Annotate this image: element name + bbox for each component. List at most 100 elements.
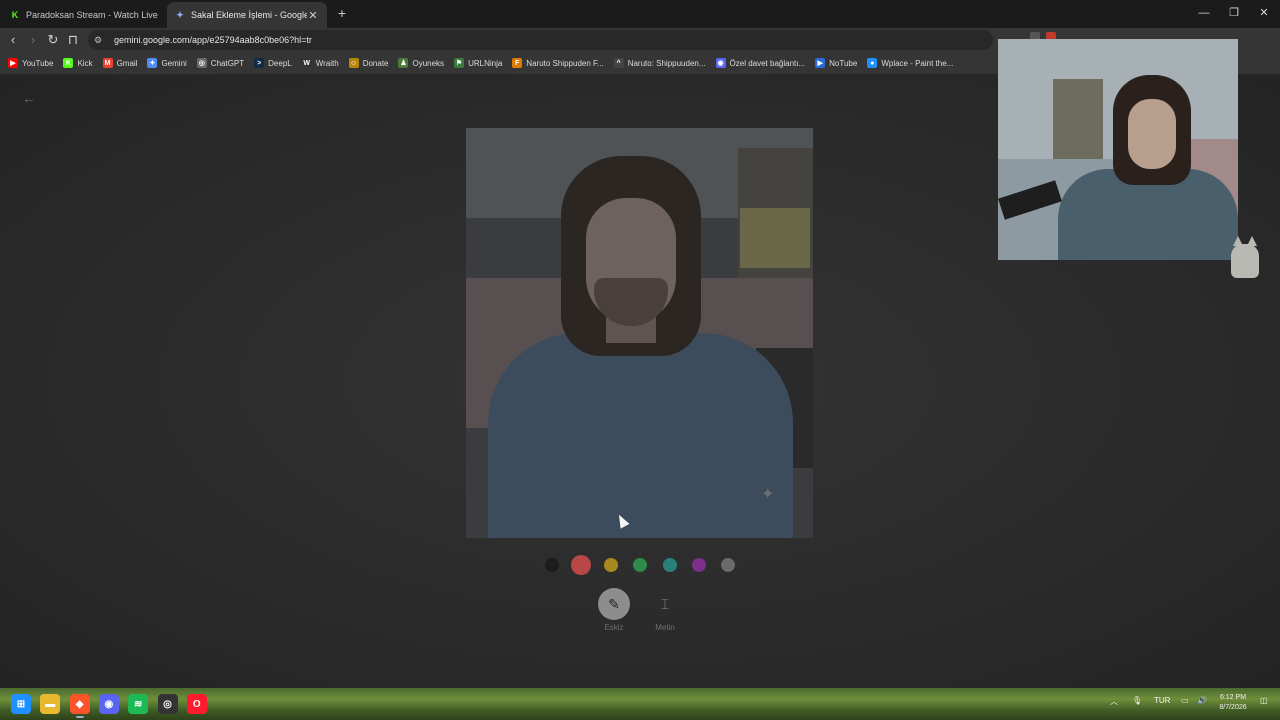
bookmark-label: Oyuneks [412, 58, 445, 68]
bookmark-item[interactable]: > DeepL [254, 58, 292, 68]
tab-paradoksan-stream[interactable]: K Paradoksan Stream - Watch Live on K [2, 2, 166, 28]
gemini-spark-icon: ✦ [761, 486, 775, 503]
sketch-tool[interactable]: ✎ Eskiz [594, 588, 634, 632]
bookmark-item[interactable]: ▶ NoTube [815, 58, 857, 68]
network-icon[interactable]: ▭ [1181, 696, 1189, 705]
bookmark-label: Gemini [161, 58, 187, 68]
bookmark-item[interactable]: ⚑ URLNinja [454, 58, 502, 68]
tab-title: Sakal Ekleme İşlemi - Google Ge [191, 10, 307, 20]
notube-icon: ▶ [815, 58, 826, 68]
back-arrow-icon[interactable]: ← [22, 90, 36, 106]
bookmark-item[interactable]: ^ Naruto: Shippuuden... [613, 58, 706, 68]
bookmark-item[interactable]: ● Wplace - Paint the... [867, 58, 953, 68]
sketch-icon[interactable]: ✎ [598, 588, 630, 620]
color-palette [540, 555, 740, 575]
bookmark-label: Wplace - Paint the... [881, 58, 954, 68]
wraith-icon: W [301, 58, 312, 68]
bookmark-item[interactable]: W Wraith [301, 58, 339, 68]
edited-photo[interactable]: ✦ [466, 128, 813, 538]
file-explorer-icon[interactable]: ▬ [40, 694, 61, 714]
bookmark-label: YouTube [22, 58, 54, 68]
microphone-icon[interactable]: 🎙 [1132, 696, 1142, 705]
bookmark-label: Naruto: Shippuuden... [627, 58, 706, 68]
windows-start-icon[interactable]: ⊞ [11, 694, 31, 714]
spotify-icon[interactable]: ≋ [128, 694, 149, 714]
reload-button[interactable]: ↻ [44, 31, 62, 49]
close-window-button[interactable]: ✕ [1250, 4, 1278, 22]
opera-icon[interactable]: O [186, 694, 207, 714]
bookmark-label: ChatGPT [210, 58, 245, 68]
bookmark-label: URLNinja [468, 58, 503, 68]
photo-shelf-box [740, 208, 810, 268]
url-text: gemini.google.com/app/e25794aab8c0be06?h… [114, 35, 312, 45]
color-swatch-green[interactable] [633, 558, 648, 572]
bookmark-item[interactable]: ♟ Oyuneks [398, 58, 444, 68]
notification-icon[interactable]: ◫ [1260, 696, 1268, 705]
sketch-label: Eskiz [604, 623, 624, 632]
kick-icon: K [11, 10, 19, 20]
urlninja-icon: ⚑ [454, 58, 465, 68]
bookmark-label: DeepL [268, 58, 292, 68]
site-info-icon[interactable]: ⚙ [94, 35, 108, 46]
gemini-icon: ✦ [147, 58, 158, 68]
text-tool[interactable]: ⌶ Metin [645, 588, 685, 633]
webcam-face [1128, 99, 1176, 169]
taskbar-clock[interactable]: 6:12 PM 8/7/2026 [1212, 693, 1254, 713]
bookmark-item[interactable]: ◉ Özel davet bağlantı... [715, 58, 806, 68]
gmail-icon: M [102, 58, 113, 68]
back-button[interactable]: ‹ [4, 31, 22, 49]
bookmark-item[interactable]: ☺ Donate [348, 58, 389, 68]
bookmark-label: Donate [362, 58, 389, 68]
close-tab-icon[interactable]: ✕ [307, 9, 319, 22]
edit-tools: ✎ Eskiz ⌶ Metin [594, 588, 694, 638]
bookmark-icon[interactable]: ⊓ [64, 31, 82, 49]
bookmark-label: Naruto Shippuden F... [526, 58, 604, 68]
webcam-shelf [1053, 79, 1103, 159]
address-bar[interactable]: ⚙ gemini.google.com/app/e25794aab8c0be06… [88, 30, 993, 50]
windows-taskbar: ︿ 🎙 TUR ▭ 🔊 6:12 PM 8/7/2026 ◫ ⊞ ▬ ◆ ◉ ≋ ◎ O [0, 688, 1280, 720]
tab-sakal-ekleme[interactable]: ✦ Sakal Ekleme İşlemi - Google Ge ✕ [167, 2, 327, 28]
bookmark-label: Özel davet bağlantı... [729, 58, 806, 68]
youtube-icon: ▶ [8, 58, 18, 68]
color-swatch-gray[interactable] [721, 558, 736, 572]
oyuneks-icon: ♟ [398, 58, 409, 68]
color-swatch-yellow[interactable] [603, 558, 618, 572]
bookmark-item[interactable]: M Gmail [102, 58, 138, 68]
forward-button[interactable]: › [24, 31, 42, 49]
crunchyroll-icon: ^ [613, 58, 624, 68]
volume-icon[interactable]: 🔊 [1197, 696, 1207, 705]
bookmark-item[interactable]: F Naruto Shippuden F... [512, 58, 604, 68]
text-box-icon[interactable]: ⌶ [649, 588, 681, 620]
gemini-icon: ✦ [176, 9, 184, 20]
bookmark-label: Gmail [116, 58, 138, 68]
bookmark-item[interactable]: ▶ YouTube [8, 58, 53, 68]
color-swatch-black[interactable] [545, 558, 559, 572]
tray-overflow-icon[interactable]: ︿ [1110, 696, 1118, 707]
tab-title: Paradoksan Stream - Watch Live on K [26, 10, 158, 20]
deepl-icon: > [254, 58, 265, 68]
discord-icon: ◉ [715, 58, 726, 68]
tab-strip: K Paradoksan Stream - Watch Live on K ✦ … [0, 0, 1280, 28]
active-app-indicator [75, 716, 84, 718]
chatgpt-icon: ◎ [196, 58, 207, 68]
wplace-icon: ● [867, 58, 878, 68]
clock-date: 8/7/2026 [1219, 704, 1247, 711]
color-swatch-red[interactable] [571, 555, 592, 575]
minimize-button[interactable]: — [1190, 4, 1218, 22]
new-tab-button[interactable]: + [334, 5, 350, 21]
bookmark-item[interactable]: ✦ Gemini [147, 58, 187, 68]
brave-icon[interactable]: ◆ [69, 694, 90, 714]
color-swatch-purple[interactable] [692, 558, 706, 572]
restore-button[interactable]: ❐ [1220, 4, 1248, 22]
text-label: Metin [655, 623, 675, 632]
color-swatch-teal[interactable] [662, 558, 677, 572]
photo-shirt [488, 333, 793, 538]
bookmark-item[interactable]: ◎ ChatGPT [196, 58, 245, 68]
discord-icon[interactable]: ◉ [98, 694, 119, 714]
kick-icon: K [63, 58, 74, 68]
obs-icon[interactable]: ◎ [157, 694, 178, 714]
bookmark-label: Kick [77, 58, 93, 68]
bookmark-item[interactable]: K Kick [63, 58, 93, 68]
language-indicator[interactable]: TUR [1154, 696, 1170, 705]
webcam-microphone [998, 180, 1062, 220]
